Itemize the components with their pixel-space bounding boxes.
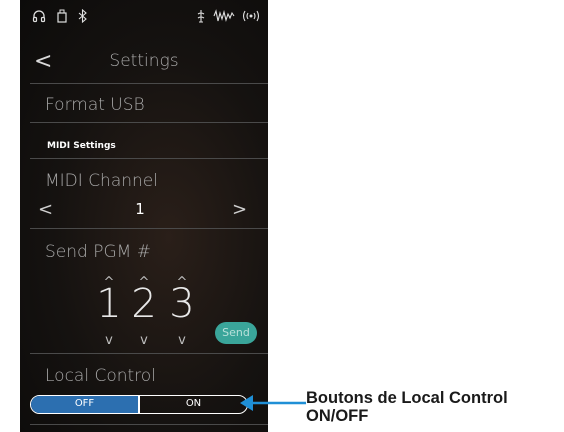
divider — [30, 122, 268, 123]
pgm-digit-2[interactable]: 2 — [125, 281, 163, 327]
divider — [30, 228, 268, 229]
midi-channel-value: 1 — [135, 200, 145, 218]
page-title: Settings — [109, 51, 179, 71]
callout-annotation: Boutons de Local Control ON/OFF — [306, 389, 508, 425]
divider — [30, 158, 268, 159]
wireless-icon — [242, 9, 260, 27]
callout-line-1: Boutons de Local Control — [306, 389, 508, 407]
local-control-off-button[interactable]: OFF — [31, 396, 138, 413]
midi-channel-label: MIDI Channel — [45, 171, 158, 191]
waveform-icon — [213, 9, 235, 27]
send-button[interactable]: Send — [215, 322, 257, 344]
headphones-icon — [32, 9, 46, 27]
channel-next-button[interactable]: > — [232, 200, 247, 220]
divider — [30, 424, 268, 425]
local-control-label: Local Control — [45, 366, 156, 386]
callout-line-2: ON/OFF — [306, 407, 369, 425]
callout-arrow-icon — [240, 395, 306, 411]
digit1-down-button[interactable]: v — [99, 334, 119, 348]
midi-settings-heading: MIDI Settings — [47, 141, 116, 151]
header-bar: < Settings — [20, 43, 268, 81]
digit3-down-button[interactable]: v — [172, 334, 192, 348]
metronome-icon — [196, 9, 206, 27]
pgm-digit-3[interactable]: 3 — [163, 281, 201, 327]
digit2-down-button[interactable]: v — [134, 334, 154, 348]
format-usb-item[interactable]: Format USB — [45, 95, 145, 115]
local-control-on-button[interactable]: ON — [140, 396, 247, 413]
bluetooth-icon — [78, 8, 87, 27]
divider — [30, 353, 268, 354]
settings-screen: < Settings Format USB MIDI Settings MIDI… — [20, 0, 268, 432]
send-pgm-label: Send PGM # — [45, 242, 151, 262]
pgm-digit-1[interactable]: 1 — [90, 281, 128, 327]
usb-memory-icon — [57, 9, 67, 27]
status-bar — [20, 0, 268, 36]
divider — [30, 83, 268, 84]
channel-prev-button[interactable]: < — [38, 200, 53, 220]
local-control-toggle: OFF ON — [30, 395, 248, 414]
